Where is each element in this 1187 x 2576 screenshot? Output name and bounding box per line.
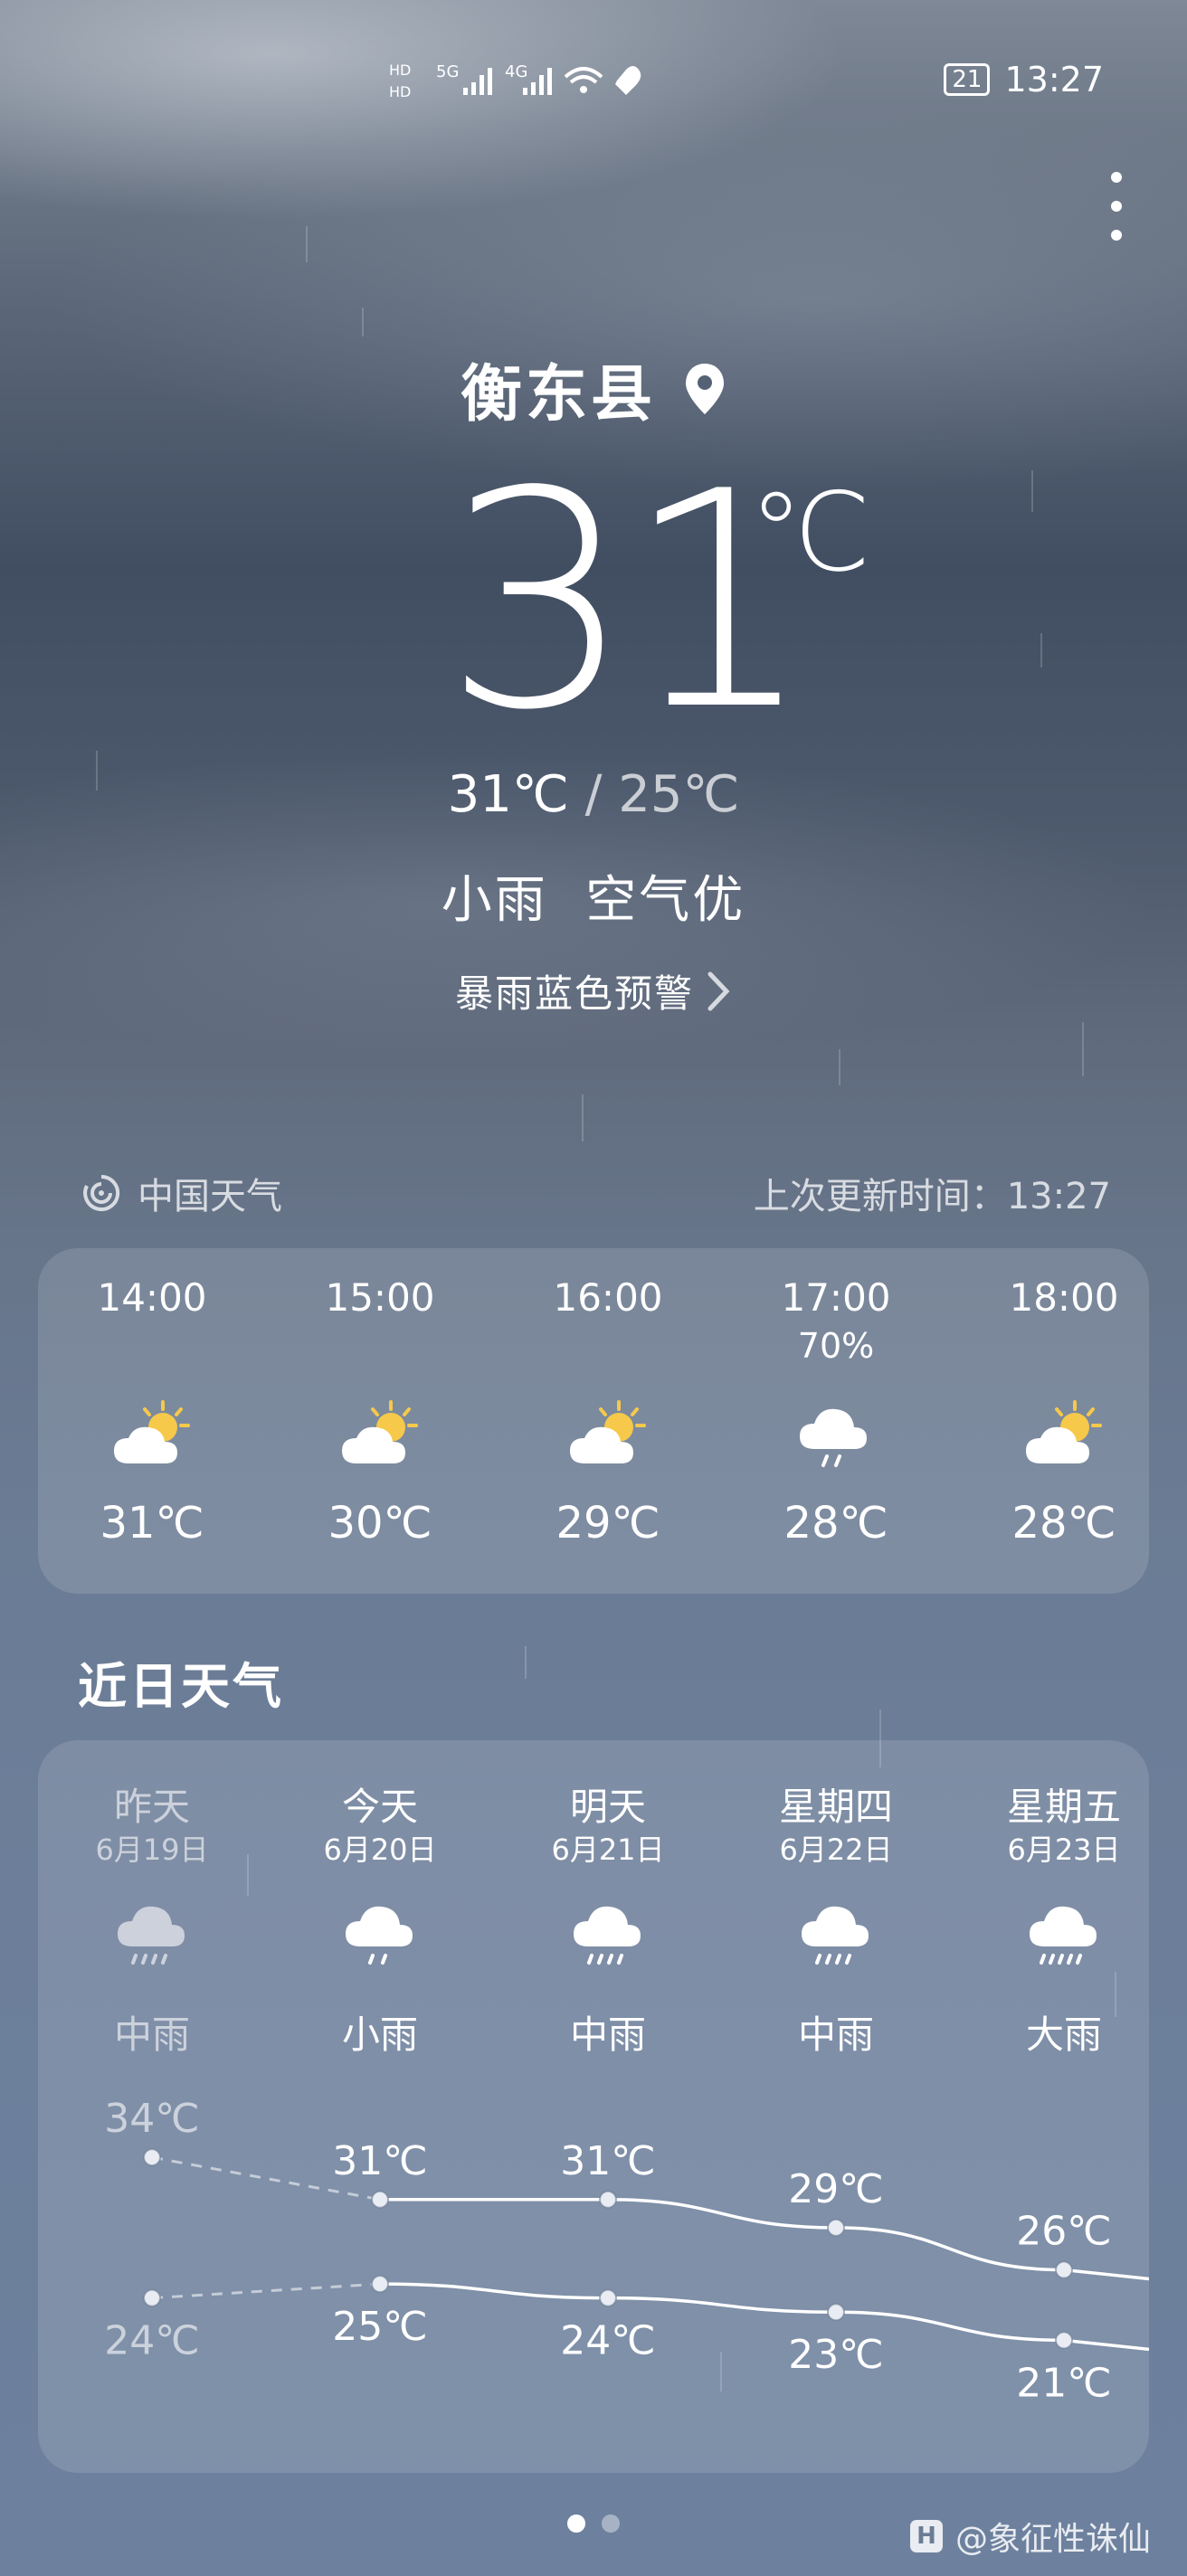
low-temp-past-line: [151, 2282, 381, 2300]
watermark-logo-icon: H: [909, 2520, 943, 2552]
hour-temp: 31℃: [100, 1498, 204, 1548]
temperature-trend-chart: 34℃ 31℃ 31℃ 29℃ 26℃ 24℃ 25℃ 24℃ 23℃ 21℃: [104, 2096, 1149, 2406]
high-temp-label: 26℃: [1016, 2209, 1111, 2255]
high-temp-label: 34℃: [104, 2096, 199, 2142]
air-quality: 空气优: [585, 871, 746, 930]
weather-warning[interactable]: 暴雨蓝色预警: [0, 963, 1187, 1018]
low-temp-point: [143, 2288, 161, 2307]
partly-cloudy-sun-icon: [1026, 1400, 1102, 1463]
hour-precip: [62, 1326, 242, 1377]
hour-precip: [973, 1326, 1154, 1377]
low-temp-label: 24℃: [560, 2318, 655, 2364]
more-menu-button[interactable]: [1109, 172, 1124, 244]
hour-temp: 28℃: [1011, 1498, 1116, 1548]
hour-time: 14:00: [97, 1275, 207, 1320]
hour-item: 18:00 28℃: [973, 1275, 1154, 1548]
partly-cloudy-sun-icon: [114, 1400, 190, 1463]
svg-text:HD: HD: [389, 62, 411, 79]
source-name: 中国天气: [138, 1176, 282, 1217]
high-temp-point: [143, 2148, 161, 2167]
clock: 13:27: [1004, 60, 1104, 99]
high-temp-label: 31℃: [332, 2138, 427, 2184]
low-temp-label: 25℃: [332, 2304, 427, 2350]
location-pin-icon: [686, 363, 724, 414]
current-condition: 小雨 空气优: [0, 859, 1187, 933]
watermark: H @象征性诛仙: [909, 2513, 1151, 2560]
hour-time: 17:00: [781, 1275, 891, 1320]
page-dot-active: [567, 2514, 585, 2533]
svg-text:HD: HD: [389, 83, 411, 100]
chevron-right-icon: [707, 971, 730, 1010]
hour-precip: 70%: [797, 1326, 875, 1366]
network-status: HD HD 5G 4G: [389, 52, 651, 107]
hour-item: 15:00 30℃: [290, 1275, 470, 1548]
today-high: 31℃: [447, 765, 569, 824]
high-temp-label: 31℃: [560, 2138, 655, 2184]
update-time: 上次更新时间：13:27: [753, 1176, 1111, 1217]
low-temp-label: 21℃: [1016, 2360, 1111, 2406]
weather-condition: 小雨: [441, 871, 548, 930]
high-temp-point: [827, 2218, 845, 2237]
daily-section-title: 近日天气: [78, 1658, 284, 1715]
battery-icon: 21: [944, 63, 991, 96]
low-temp-label: 23℃: [788, 2332, 883, 2378]
hour-time: 16:00: [553, 1275, 663, 1320]
svg-text:4G: 4G: [505, 62, 527, 81]
svg-text:5G: 5G: [436, 62, 459, 81]
city-name: 衡东县: [460, 359, 656, 431]
hour-item: 14:00 31℃: [62, 1275, 242, 1548]
rain-cloud-icon: [800, 1408, 867, 1467]
low-temp-point: [1055, 2331, 1073, 2350]
high-temp-point: [371, 2190, 389, 2209]
hourly-forecast-card[interactable]: 14:00 31℃ 15:00 30℃ 16:00 29℃ 17:00 70%: [38, 1248, 1149, 1594]
daily-forecast-card[interactable]: 昨天 6月19日 中雨 今天 6月20日 小雨 明天 6月21日 中雨 星期四 …: [38, 1740, 1149, 2473]
signal-icons: HD HD 5G 4G: [389, 62, 641, 100]
hour-item: 17:00 70% 28℃: [745, 1275, 926, 1548]
low-temp-point: [827, 2303, 845, 2322]
hour-temp: 29℃: [556, 1498, 660, 1548]
page-dot: [602, 2514, 620, 2533]
hour-precip: [290, 1326, 470, 1377]
low-temp-line: [379, 2282, 1149, 2352]
high-temp-point: [599, 2190, 617, 2209]
china-weather-logo-icon: [83, 1174, 120, 1211]
warning-text: 暴雨蓝色预警: [454, 971, 694, 1016]
high-temp-point: [1055, 2260, 1073, 2279]
high-temp-label: 29℃: [788, 2166, 883, 2212]
battery-time: 21 13:27: [944, 52, 1104, 107]
hour-temp: 28℃: [783, 1498, 888, 1548]
today-range: 31℃ / 25℃: [447, 765, 740, 824]
low-temp-label: 24℃: [104, 2318, 199, 2364]
partly-cloudy-sun-icon: [342, 1400, 418, 1463]
data-source: 中国天气: [81, 1167, 282, 1219]
temperature-unit: ℃: [749, 470, 871, 596]
low-temp-point: [371, 2275, 389, 2294]
watermark-text: @象征性诛仙: [954, 2521, 1151, 2558]
partly-cloudy-sun-icon: [570, 1400, 646, 1463]
hour-time: 18:00: [1009, 1275, 1119, 1320]
location-header[interactable]: 衡东县: [0, 344, 1187, 433]
low-temp-point: [599, 2288, 617, 2307]
hour-item: 16:00 29℃: [518, 1275, 698, 1548]
today-low: 25℃: [618, 765, 740, 824]
hour-precip: [518, 1326, 698, 1377]
hour-time: 15:00: [325, 1275, 435, 1320]
hour-temp: 30℃: [328, 1498, 432, 1548]
